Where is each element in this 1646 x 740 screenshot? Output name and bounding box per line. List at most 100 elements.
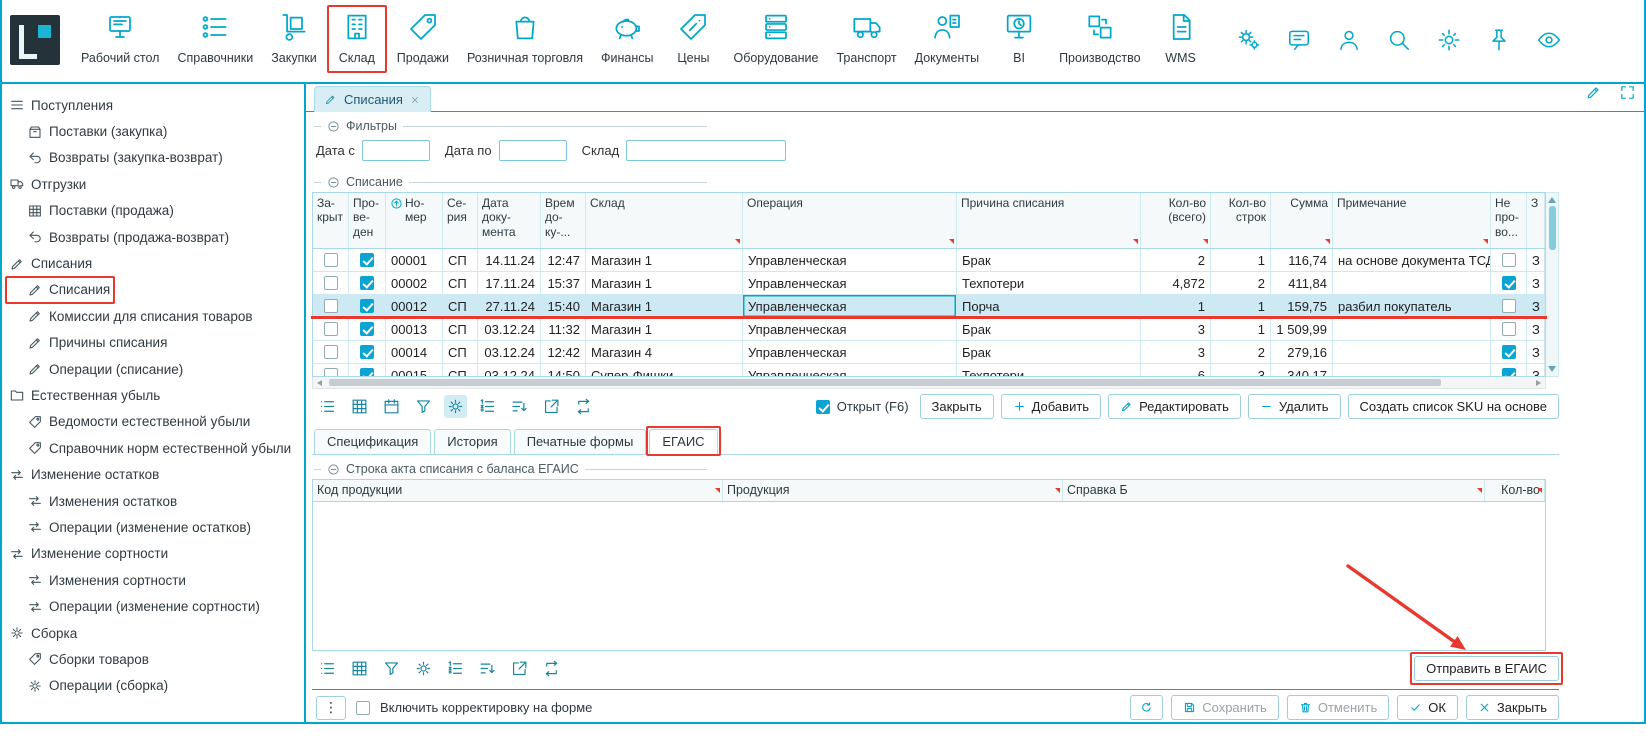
collapse-writeoff-icon[interactable] [327,176,340,189]
cell-warehouse[interactable]: Магазин 1 [586,249,743,271]
scroll-thumb[interactable] [1549,206,1556,250]
column-header-number[interactable]: Но-мер [386,193,443,248]
ribbon-item-sales[interactable]: Продажи [388,0,458,82]
ribbon-item-wms[interactable]: WMS [1150,0,1212,82]
create-sku-list-button[interactable]: Создать список SKU на основе [1348,394,1559,419]
cell-reason[interactable]: Брак [957,318,1141,340]
cell-reason[interactable]: Брак [957,249,1141,271]
cell-closed[interactable] [313,249,349,271]
collapse-egais-icon[interactable] [327,463,340,476]
cell-doc_date[interactable]: 03.12.24 [478,341,541,363]
sidebar-item-spravochnik-norm[interactable]: Справочник норм естественной убыли [0,435,304,461]
sidebar-item-operacii-ostatki[interactable]: Операции (изменение остатков) [0,514,304,540]
cell-qty_lines[interactable]: 1 [1211,295,1271,317]
not_posted-checkbox[interactable] [1502,299,1516,313]
column-header-posted[interactable]: Про-ве-ден [349,193,386,248]
column-header-not_posted[interactable]: Не про-во... [1491,193,1527,248]
cell-posted[interactable] [349,318,386,340]
cell-qty_total[interactable]: 4,872 [1141,272,1211,294]
cell-qty_lines[interactable]: 1 [1211,249,1271,271]
posted-checkbox[interactable] [360,276,374,290]
cell-reason[interactable]: Брак [957,341,1141,363]
ribbon-item-production[interactable]: Производство [1050,0,1150,82]
cell-warehouse[interactable]: Магазин 4 [586,341,743,363]
cell-not_posted[interactable] [1491,249,1527,271]
cell-operation[interactable]: Управленческая [743,295,957,317]
toolbar-external-icon[interactable] [540,395,563,418]
cell-qty_total[interactable]: 1 [1141,295,1211,317]
table-row-00014[interactable]: 00014СП03.12.2412:42Магазин 4Управленчес… [313,341,1545,364]
cell-qty_total[interactable]: 3 [1141,318,1211,340]
toolbar-list-icon[interactable] [316,657,339,680]
ribbon-item-documents[interactable]: Документы [906,0,988,82]
cell-note[interactable] [1333,272,1491,294]
sidebar-item-postavki-zakupka[interactable]: Поставки (закупка) [0,118,304,144]
cell-sum[interactable]: 411,84 [1271,272,1333,294]
cell-closed[interactable] [313,364,349,376]
close-doc-button[interactable]: Закрыть [920,394,994,419]
ribbon-item-retail[interactable]: Розничная торговля [458,0,592,82]
sidebar-item-izmeneniya-sortnosti[interactable]: Изменения сортности [0,567,304,593]
toolbar-calendar-icon[interactable] [380,395,403,418]
sidebar-item-postavki-prodazha[interactable]: Поставки (продажа) [0,198,304,224]
cell-series[interactable]: СП [443,295,478,317]
sidebar-item-komissii-spisaniya[interactable]: Комиссии для списания товаров [0,303,304,329]
toolbar-refresh-icon[interactable] [540,657,563,680]
cell-doc_date[interactable]: 27.11.24 [478,295,541,317]
table-row-00001[interactable]: 00001СП14.11.2412:47Магазин 1Управленчес… [313,249,1545,272]
table-horizontal-scrollbar[interactable] [312,377,1546,389]
cell-warehouse[interactable]: Магазин 1 [586,272,743,294]
table-row-00002[interactable]: 00002СП17.11.2415:37Магазин 1Управленчес… [313,272,1545,295]
pin-icon[interactable] [1486,27,1512,56]
toolbar-external-icon[interactable] [508,657,531,680]
close-button[interactable]: Закрыть [1466,695,1559,720]
cell-z[interactable]: З [1527,318,1545,340]
settings-gears-icon[interactable] [1236,27,1262,56]
cell-doc_date[interactable]: 03.12.24 [478,318,541,340]
cell-series[interactable]: СП [443,249,478,271]
column-header-warehouse[interactable]: Склад [586,193,743,248]
detail-tab-specification[interactable]: Спецификация [314,429,431,454]
toolbar-list-icon[interactable] [316,395,339,418]
sidebar-item-izmeneniya-ostatkov[interactable]: Изменения остатков [0,488,304,514]
cell-closed[interactable] [313,341,349,363]
cell-posted[interactable] [349,272,386,294]
cell-note[interactable] [1333,364,1491,376]
not_posted-checkbox[interactable] [1502,253,1516,267]
cell-operation[interactable]: Управленческая [743,249,957,271]
cell-series[interactable]: СП [443,318,478,340]
cell-doc_time[interactable]: 15:40 [541,295,586,317]
cell-reason[interactable]: Порча [957,295,1141,317]
sidebar-item-otgruzki[interactable]: Отгрузки [0,171,304,197]
not_posted-checkbox[interactable] [1502,345,1516,359]
toolbar-numlist-icon[interactable] [476,395,499,418]
sidebar-item-sborka[interactable]: Сборка [0,620,304,646]
add-button[interactable]: Добавить [1001,394,1101,419]
sidebar-item-vozvraty-prodazha[interactable]: Возвраты (продажа-возврат) [0,224,304,250]
cell-posted[interactable] [349,249,386,271]
cell-warehouse[interactable]: Магазин 1 [586,318,743,340]
cell-z[interactable]: З [1527,295,1545,317]
cell-operation[interactable]: Управленческая [743,318,957,340]
visibility-icon[interactable] [1536,27,1562,56]
cell-sum[interactable]: 1 509,99 [1271,318,1333,340]
tab-close-icon[interactable] [410,95,420,105]
toolbar-gear-icon[interactable] [412,657,435,680]
user-profile-icon[interactable] [1336,27,1362,56]
ribbon-item-finance[interactable]: Финансы [592,0,662,82]
cell-doc_time[interactable]: 14:50 [541,364,586,376]
adjustment-checkbox[interactable] [356,701,370,715]
more-actions-button[interactable] [316,696,346,720]
egais-column-header-product[interactable]: Продукция [723,480,1063,501]
toolbar-grid-icon[interactable] [348,657,371,680]
ribbon-item-equipment[interactable]: Оборудование [724,0,827,82]
column-header-qty_lines[interactable]: Кол-во строк [1211,193,1271,248]
ribbon-item-prices[interactable]: Цены [662,0,724,82]
cell-not_posted[interactable] [1491,318,1527,340]
posted-checkbox[interactable] [360,345,374,359]
cell-note[interactable]: на основе документа ТСД [1333,249,1491,271]
cell-number[interactable]: 00013 [386,318,443,340]
sidebar-item-vozvraty-zakupka[interactable]: Возвраты (закупка-возврат) [0,145,304,171]
messages-icon[interactable] [1286,27,1312,56]
sidebar-item-prichiny-spisaniya[interactable]: Причины списания [0,330,304,356]
